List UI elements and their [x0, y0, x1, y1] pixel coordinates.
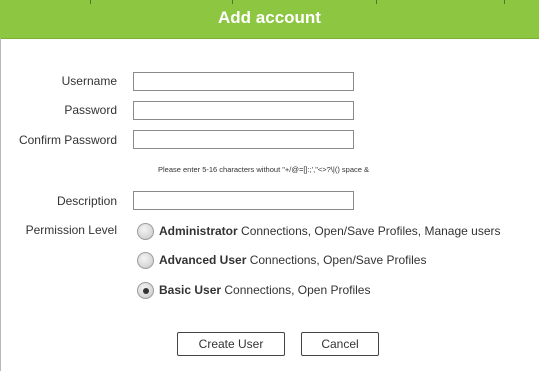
create-user-button[interactable]: Create User	[177, 332, 285, 356]
radio-basic-user[interactable]	[137, 281, 154, 299]
permission-option-text: Administrator Connections, Open/Save Pro…	[159, 224, 501, 238]
dialog-title: Add account	[218, 8, 321, 27]
permission-level-label: Permission Level	[25, 223, 117, 237]
username-label: Username	[61, 74, 117, 88]
radio-administrator[interactable]	[137, 222, 154, 240]
permission-description: Connections, Open/Save Profiles, Manage …	[241, 224, 501, 238]
permission-option-text: Basic User Connections, Open Profiles	[159, 283, 370, 297]
dialog-left-border	[0, 38, 1, 371]
permission-option-basic-user[interactable]: Basic User Connections, Open Profiles	[137, 280, 370, 300]
header-tick	[504, 0, 505, 4]
permission-description: Connections, Open/Save Profiles	[249, 253, 427, 267]
permission-name: Administrator	[159, 224, 238, 238]
dialog-header: Add account	[0, 0, 539, 39]
header-tick	[232, 0, 233, 4]
description-input[interactable]	[133, 191, 354, 210]
permission-option-administrator[interactable]: Administrator Connections, Open/Save Pro…	[137, 221, 501, 241]
confirm-password-input[interactable]	[133, 130, 354, 149]
cancel-button[interactable]: Cancel	[301, 332, 379, 356]
add-account-dialog: Add account Username Password Confirm Pa…	[0, 0, 539, 371]
permission-option-text: Advanced User Connections, Open/Save Pro…	[159, 253, 426, 267]
password-label: Password	[64, 103, 117, 117]
permission-name: Advanced User	[159, 253, 247, 267]
username-input[interactable]	[133, 72, 354, 91]
radio-advanced-user[interactable]	[137, 251, 154, 269]
permission-description: Connections, Open Profiles	[224, 283, 371, 297]
header-tick	[90, 0, 91, 4]
password-input[interactable]	[133, 101, 354, 120]
password-hint: Please enter 5-16 characters without "+/…	[158, 165, 370, 174]
permission-option-advanced-user[interactable]: Advanced User Connections, Open/Save Pro…	[137, 250, 426, 270]
description-label: Description	[56, 194, 117, 208]
confirm-password-label: Confirm Password	[18, 133, 117, 147]
permission-name: Basic User	[159, 283, 222, 297]
header-tick	[376, 0, 377, 4]
